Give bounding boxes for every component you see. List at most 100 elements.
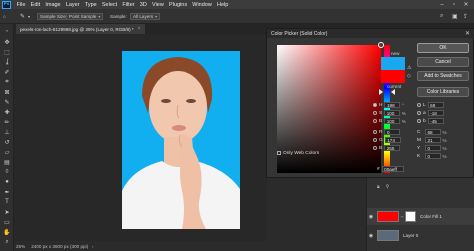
s-row: S 100 %	[373, 109, 413, 117]
lab-b-radio[interactable]	[417, 119, 421, 123]
hex-input[interactable]: 00aeff	[381, 166, 404, 172]
s-input[interactable]: 100	[384, 110, 401, 116]
layer-row-color-fill[interactable]: ◉ ∞ Color Fill 1	[367, 208, 474, 225]
gradient-tool-icon[interactable]: ▤	[2, 158, 12, 166]
menu-edit[interactable]: Edit	[28, 2, 43, 8]
menu-view[interactable]: View	[149, 2, 166, 8]
menu-select[interactable]: Select	[99, 2, 119, 8]
new-color-label: new	[391, 51, 400, 56]
sample-size-select[interactable]: Point Sample ▾	[66, 13, 104, 20]
search-icon[interactable]: ⌕	[440, 13, 443, 20]
menu-image[interactable]: Image	[43, 2, 63, 8]
eyedropper-tool-icon[interactable]: ✎	[20, 13, 25, 20]
document-tab[interactable]: pexels-ron-lach-8129969.jpg @ 25% (Layer…	[16, 24, 145, 34]
menu-layer[interactable]: Layer	[63, 2, 82, 8]
filter-icon[interactable]: ⚲	[386, 184, 390, 190]
a-input[interactable]: -18	[427, 110, 444, 116]
rectangle-tool-icon[interactable]: ▭	[2, 218, 12, 226]
r-radio[interactable]	[373, 130, 377, 134]
h-radio[interactable]	[373, 103, 377, 107]
eraser-tool-icon[interactable]: ▱	[2, 148, 12, 156]
k-row: K 0 %	[417, 152, 467, 160]
home-icon[interactable]: ⌂	[3, 13, 6, 20]
clone-stamp-tool-icon[interactable]: ⊥	[2, 128, 12, 136]
menu-plugins[interactable]: Plugins	[166, 2, 189, 8]
h-input[interactable]: 198	[384, 102, 401, 108]
document-image[interactable]	[122, 51, 240, 229]
layer-panel-toolbar: 🔒︎ ⚲	[367, 182, 474, 192]
workspace-icon[interactable]: ▣	[452, 13, 458, 20]
l-input[interactable]: 69	[427, 102, 444, 108]
zoom-level[interactable]: 25%	[16, 244, 25, 249]
add-to-swatches-button[interactable]: Add to Swatches	[417, 71, 469, 81]
marquee-tool-icon[interactable]: ⬚	[2, 48, 12, 56]
zoom-tool-icon[interactable]: ⌕	[2, 238, 12, 246]
menu-window[interactable]: Window	[190, 2, 215, 8]
menu-3d[interactable]: 3D	[137, 2, 149, 8]
k-input[interactable]: 0	[425, 153, 441, 159]
r-input[interactable]: 0	[384, 129, 401, 135]
color-libraries-button[interactable]: Color Libraries	[417, 87, 469, 97]
collapse-panel-icon[interactable]: »	[2, 26, 12, 34]
current-color-swatch[interactable]	[381, 70, 405, 83]
ok-button[interactable]: OK	[417, 43, 469, 53]
quick-select-tool-icon[interactable]: ✐	[2, 68, 12, 76]
close-icon[interactable]: ✕	[465, 29, 470, 38]
menu-filter[interactable]: Filter	[120, 2, 137, 8]
layer-name[interactable]: Color Fill 1	[420, 214, 442, 219]
only-web-colors-checkbox[interactable]	[277, 151, 281, 155]
y-input[interactable]: 0	[425, 145, 441, 151]
crop-tool-icon[interactable]: ⌗	[2, 78, 12, 86]
path-selection-tool-icon[interactable]: ➤	[2, 208, 12, 216]
c-input[interactable]: 68	[425, 129, 441, 135]
hue-slider-left-arrow-icon[interactable]	[379, 89, 383, 95]
lab-b-input[interactable]: -45	[427, 118, 444, 124]
close-tab-icon[interactable]: ×	[138, 26, 141, 32]
g-radio[interactable]	[373, 138, 377, 142]
layer-row-layer-0[interactable]: ◉ Layer 0	[367, 227, 474, 244]
only-web-colors-checkbox-row[interactable]: Only Web Colors	[277, 149, 319, 157]
lasso-tool-icon[interactable]: ʆ	[2, 58, 12, 66]
menu-file[interactable]: File	[14, 2, 28, 8]
layer-name[interactable]: Layer 0	[403, 233, 418, 238]
sample-select[interactable]: All Layers ▾	[130, 13, 161, 20]
minimize-icon[interactable]: –	[436, 0, 448, 9]
hand-tool-icon[interactable]: ✋	[2, 228, 12, 236]
cancel-button[interactable]: Cancel	[417, 57, 469, 67]
visibility-eye-icon[interactable]: ◉	[367, 214, 375, 220]
gamut-warning-icon[interactable]: ⚠	[407, 65, 411, 71]
g-input[interactable]: 174	[384, 137, 401, 143]
b-input[interactable]: 100	[384, 118, 401, 124]
maximize-icon[interactable]: ▫	[448, 0, 460, 9]
pen-tool-icon[interactable]: ✒	[2, 188, 12, 196]
b-radio[interactable]	[373, 119, 377, 123]
m-input[interactable]: 21	[425, 137, 441, 143]
m-key: M	[417, 137, 421, 143]
l-radio[interactable]	[417, 103, 421, 107]
healing-brush-tool-icon[interactable]: ✚	[2, 108, 12, 116]
layer-mask-thumbnail[interactable]	[405, 211, 416, 222]
history-brush-tool-icon[interactable]: ↺	[2, 138, 12, 146]
blue-radio[interactable]	[373, 146, 377, 150]
a-radio[interactable]	[417, 111, 421, 115]
s-radio[interactable]	[373, 111, 377, 115]
lock-icon[interactable]: 🔒︎	[377, 184, 380, 190]
hue-slider-right-arrow-icon[interactable]	[391, 89, 395, 95]
type-tool-icon[interactable]: T	[2, 198, 12, 206]
menu-help[interactable]: Help	[214, 2, 231, 8]
move-tool-icon[interactable]: ✥	[2, 38, 12, 46]
layer-thumbnail	[377, 211, 399, 222]
web-safe-cube-icon[interactable]: ◇	[407, 73, 411, 79]
visibility-eye-icon[interactable]: ◉	[367, 233, 375, 239]
status-chevron-icon[interactable]: ›	[92, 244, 93, 249]
share-icon[interactable]: ⇪	[463, 13, 468, 20]
blur-tool-icon[interactable]: ◊	[2, 168, 12, 176]
frame-tool-icon[interactable]: ⊠	[2, 88, 12, 96]
menu-type[interactable]: Type	[82, 2, 99, 8]
brush-tool-icon[interactable]: ✏	[2, 118, 12, 126]
tool-preset-chevron-icon[interactable]: ▾	[28, 13, 30, 20]
eyedropper-tool-icon[interactable]: ✎	[2, 98, 12, 106]
dodge-tool-icon[interactable]: ●	[2, 178, 12, 186]
close-window-icon[interactable]: ✕	[460, 0, 472, 9]
blue-input[interactable]: 255	[384, 145, 401, 151]
